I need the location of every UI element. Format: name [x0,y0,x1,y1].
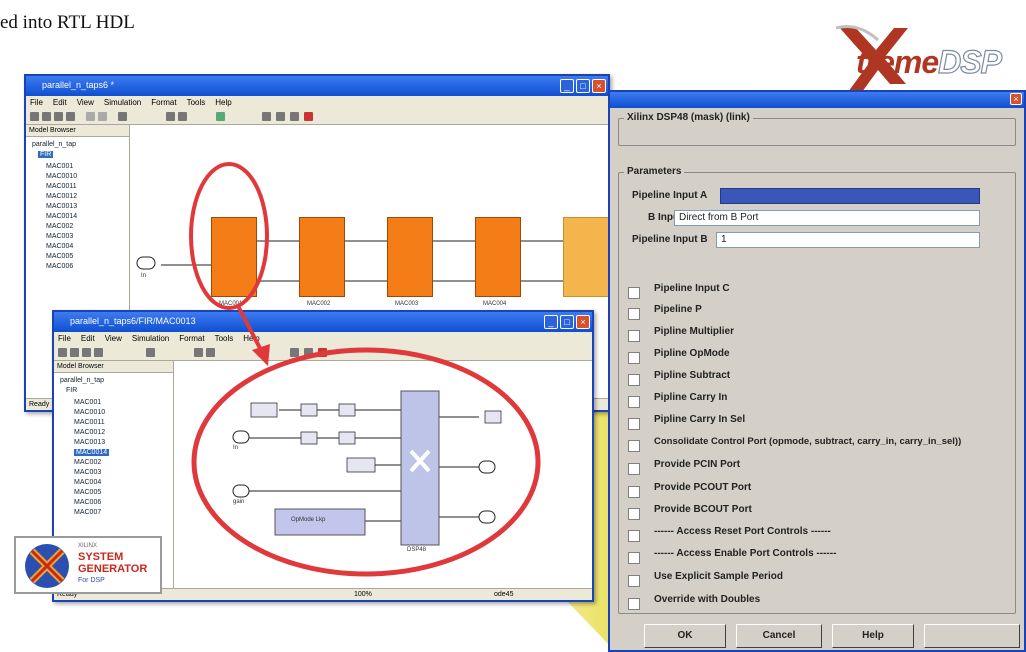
checkbox-label: Provide BCOUT Port [654,504,752,515]
mask-group-title: Xilinx DSP48 (mask) (link) [624,112,753,123]
parameters-group-title: Parameters [624,166,685,177]
provide-pcout-checkbox[interactable] [628,486,640,498]
provide-pcin-checkbox[interactable] [628,463,640,475]
pipeline-input-c-checkbox[interactable] [628,287,640,299]
ok-button[interactable]: OK [644,624,726,648]
cancel-button[interactable]: Cancel [736,624,822,648]
pipeline-a-label: Pipeline Input A [632,190,708,201]
access-enable-controls-checkbox[interactable] [628,552,640,564]
access-reset-controls-checkbox[interactable] [628,530,640,542]
dialog-titlebar[interactable] [610,92,1024,108]
checkbox-label: ------ Access Enable Port Controls -----… [654,548,837,559]
sysgen-fordsp: For DSP [78,577,105,584]
callout-arrow-head [252,344,270,366]
sysgen-xilinx: XILINX [78,543,98,549]
dialog-close-button[interactable]: × [1010,93,1022,105]
provide-bcout-checkbox[interactable] [628,508,640,520]
consolidate-control-port-checkbox[interactable] [628,440,640,452]
explicit-sample-period-checkbox[interactable] [628,575,640,587]
help-button[interactable]: Help [832,624,914,648]
checkbox-label: Provide PCIN Port [654,459,741,470]
checkbox-label: Provide PCOUT Port [654,482,752,493]
checkbox-label: Pipeline P [654,304,702,315]
checkbox-label: Pipline Multiplier [654,326,735,337]
sysgen-system: SYSTEM [78,551,124,563]
checkbox-label: Pipline Carry In Sel [654,414,746,425]
checkbox-label: Use Explicit Sample Period [654,571,783,582]
pipeline-multiplier-checkbox[interactable] [628,330,640,342]
checkbox-label: Pipline OpMode [654,348,730,359]
pipeline-carry-in-sel-checkbox[interactable] [628,418,640,430]
pipeline-a-input[interactable] [720,188,980,204]
sysgen-generator: GENERATOR [78,563,148,575]
pipeline-subtract-checkbox[interactable] [628,374,640,386]
override-doubles-checkbox[interactable] [628,598,640,610]
sysgen-x-icon [25,544,69,588]
checkbox-label: Override with Doubles [654,594,761,605]
callout-arrow-shaft [236,305,264,353]
system-generator-badge: XILINX SYSTEM GENERATOR For DSP [14,536,162,594]
pipeline-carry-in-checkbox[interactable] [628,396,640,408]
checkbox-label: Consolidate Control Port (opmode, subtra… [654,436,962,447]
pipeline-b-label: Pipeline Input B [632,234,708,245]
checkbox-label: Pipline Carry In [654,392,728,403]
checkbox-label: Pipeline Input C [654,283,730,294]
small-callout-ellipse [189,162,269,310]
checkbox-label: ------ Access Reset Port Controls ------ [654,526,831,537]
pipeline-p-checkbox[interactable] [628,308,640,320]
checkbox-label: Pipline Subtract [654,370,731,381]
b-input-select[interactable]: Direct from B Port [674,210,980,226]
pipeline-opmode-checkbox[interactable] [628,352,640,364]
large-callout-ellipse [191,347,541,577]
apply-button[interactable] [924,624,1020,648]
pipeline-b-input[interactable]: 1 [716,232,980,248]
